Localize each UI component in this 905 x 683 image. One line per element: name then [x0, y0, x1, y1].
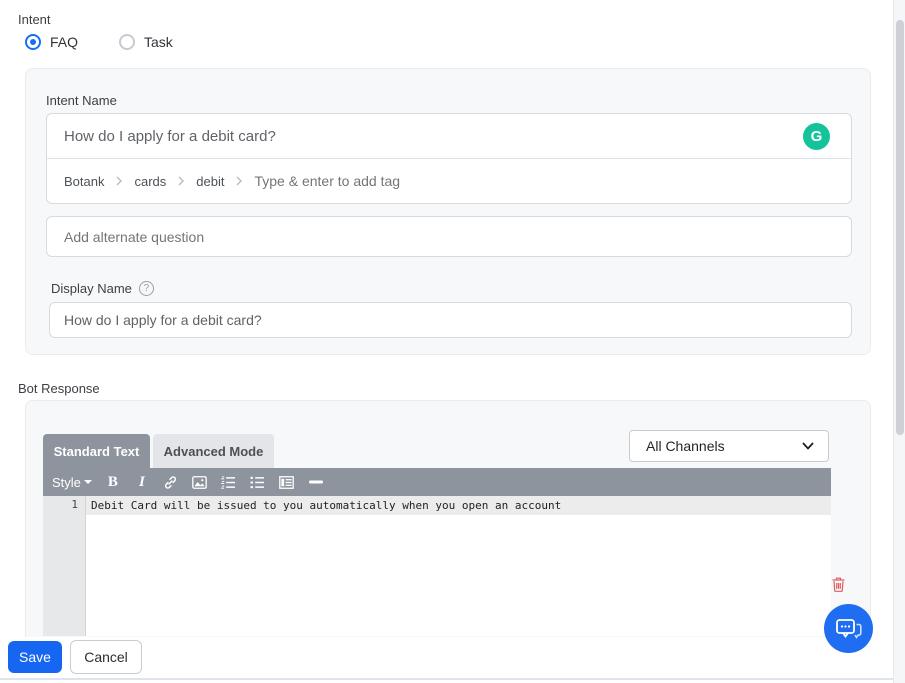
image-icon[interactable]: [192, 472, 208, 492]
response-code-editor[interactable]: 1 Debit Card will be issued to you autom…: [43, 496, 831, 636]
tag-row: Botank cards debit: [47, 159, 851, 203]
display-name-box: [49, 302, 852, 338]
delete-response-icon[interactable]: [832, 577, 845, 597]
alternate-question-input[interactable]: [47, 217, 851, 256]
editor-toolbar: Style B I: [43, 468, 831, 496]
radio-option-label[interactable]: Task: [144, 34, 173, 50]
intent-name-input[interactable]: [64, 114, 807, 158]
display-name-input[interactable]: [50, 303, 851, 337]
page-scrollbar[interactable]: [893, 0, 905, 683]
tag-item[interactable]: Botank: [64, 174, 104, 189]
display-name-label: Display Name: [51, 281, 132, 296]
chevron-down-icon: [802, 442, 814, 450]
italic-button[interactable]: I: [134, 472, 150, 492]
footer-divider: [0, 678, 905, 680]
line-number: 1: [43, 498, 78, 511]
horizontal-rule-icon[interactable]: [308, 472, 324, 492]
channel-select[interactable]: All Channels: [629, 430, 829, 462]
chevron-right-icon: [115, 176, 123, 186]
bot-response-label: Bot Response: [18, 381, 100, 396]
blockquote-icon[interactable]: [279, 472, 295, 492]
intent-name-row: G: [47, 114, 851, 159]
style-dropdown[interactable]: Style: [52, 472, 92, 492]
radio-unselected-icon[interactable]: [119, 34, 135, 50]
radio-option-task[interactable]: Task: [119, 34, 173, 50]
chevron-right-icon: [177, 176, 185, 186]
tag-item[interactable]: debit: [196, 174, 224, 189]
scrollbar-thumb[interactable]: [896, 20, 904, 435]
link-icon[interactable]: [163, 472, 179, 492]
tag-item[interactable]: cards: [134, 174, 166, 189]
intent-section-label: Intent: [18, 12, 51, 27]
bot-response-card: Standard Text Advanced Mode All Channels…: [25, 400, 871, 676]
tab-standard-text[interactable]: Standard Text: [43, 434, 150, 468]
footer-bar: Save Cancel: [0, 637, 905, 678]
style-dropdown-label: Style: [52, 475, 81, 490]
intent-name-label: Intent Name: [46, 93, 117, 108]
radio-option-faq[interactable]: FAQ: [25, 34, 78, 50]
save-button[interactable]: Save: [8, 641, 62, 673]
editor-gutter: [43, 496, 86, 636]
alternate-question-box: [46, 216, 852, 257]
bold-button[interactable]: B: [105, 472, 121, 492]
cancel-button[interactable]: Cancel: [70, 640, 142, 674]
channel-select-value: All Channels: [646, 438, 725, 454]
tab-advanced-mode[interactable]: Advanced Mode: [153, 434, 274, 468]
caret-down-icon: [84, 480, 92, 484]
bullet-list-icon[interactable]: [250, 472, 266, 492]
radio-option-label[interactable]: FAQ: [50, 34, 78, 50]
chevron-right-icon: [235, 176, 243, 186]
grammarly-icon[interactable]: G: [803, 123, 830, 150]
intent-card: Intent Name G Botank cards debit Display…: [25, 68, 871, 355]
radio-selected-icon[interactable]: [25, 34, 41, 50]
chat-widget-button[interactable]: [824, 604, 873, 653]
chat-bubbles-icon: [835, 616, 863, 642]
help-icon[interactable]: ?: [139, 281, 154, 296]
add-tag-input[interactable]: [254, 159, 834, 203]
intent-name-combo: G Botank cards debit: [46, 113, 852, 204]
numbered-list-icon[interactable]: [221, 472, 237, 492]
response-text-line[interactable]: Debit Card will be issued to you automat…: [91, 499, 561, 512]
